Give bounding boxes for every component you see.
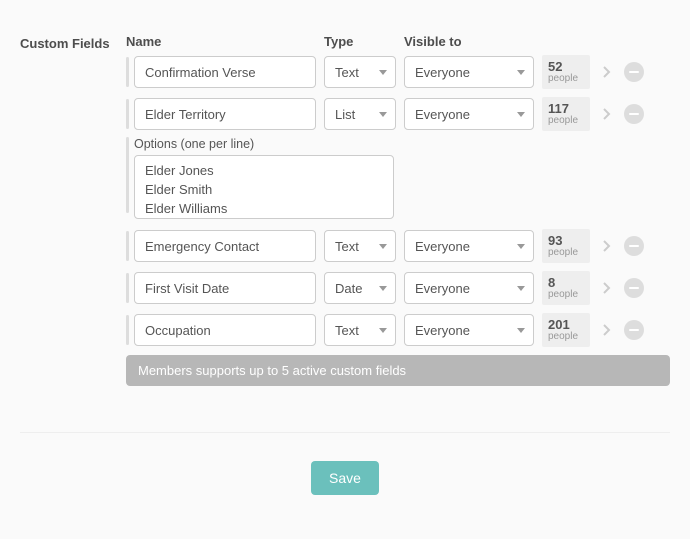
field-row: Text Everyone 52 people (126, 55, 670, 89)
header-visible: Visible to (404, 34, 534, 49)
open-field-button[interactable] (598, 98, 616, 130)
chevron-right-icon (603, 282, 611, 294)
options-textarea[interactable]: Elder Jones Elder Smith Elder Williams (134, 155, 394, 219)
people-label: people (548, 332, 584, 342)
people-count: 201 (548, 318, 584, 331)
field-name-input[interactable] (134, 272, 316, 304)
field-row: Date Everyone 8 people (126, 271, 670, 305)
field-type-value: Text (335, 65, 359, 80)
chevron-down-icon (379, 244, 387, 249)
field-name-input[interactable] (134, 230, 316, 262)
field-type-select[interactable]: Text (324, 314, 396, 346)
minus-icon (629, 71, 639, 73)
header-name: Name (126, 34, 316, 49)
field-visible-select[interactable]: Everyone (404, 314, 534, 346)
open-field-button[interactable] (598, 230, 616, 262)
remove-field-button[interactable] (624, 320, 644, 340)
chevron-down-icon (517, 286, 525, 291)
minus-icon (629, 245, 639, 247)
remove-field-button[interactable] (624, 62, 644, 82)
chevron-down-icon (517, 328, 525, 333)
field-visible-value: Everyone (415, 239, 470, 254)
chevron-right-icon (603, 240, 611, 252)
minus-icon (629, 113, 639, 115)
people-count-box: 117 people (542, 97, 590, 131)
minus-icon (629, 329, 639, 331)
people-count: 93 (548, 234, 584, 247)
people-count-box: 201 people (542, 313, 590, 347)
field-visible-select[interactable]: Everyone (404, 98, 534, 130)
chevron-down-icon (517, 244, 525, 249)
field-row: Text Everyone 201 people (126, 313, 670, 347)
field-visible-value: Everyone (415, 65, 470, 80)
people-label: people (548, 74, 584, 84)
chevron-down-icon (517, 112, 525, 117)
field-visible-select[interactable]: Everyone (404, 230, 534, 262)
field-name-input[interactable] (134, 314, 316, 346)
people-label: people (548, 116, 584, 126)
chevron-down-icon (379, 70, 387, 75)
field-type-value: Date (335, 281, 362, 296)
column-headers: Name Type Visible to (126, 34, 670, 49)
chevron-right-icon (603, 324, 611, 336)
field-visible-select[interactable]: Everyone (404, 56, 534, 88)
field-visible-value: Everyone (415, 281, 470, 296)
options-label: Options (one per line) (134, 137, 670, 151)
header-type: Type (324, 34, 396, 49)
people-label: people (548, 248, 584, 258)
save-button[interactable]: Save (311, 461, 379, 495)
field-type-select[interactable]: Text (324, 230, 396, 262)
open-field-button[interactable] (598, 56, 616, 88)
people-count: 8 (548, 276, 584, 289)
remove-field-button[interactable] (624, 104, 644, 124)
field-visible-value: Everyone (415, 323, 470, 338)
chevron-down-icon (379, 112, 387, 117)
section-label: Custom Fields (20, 34, 116, 386)
open-field-button[interactable] (598, 272, 616, 304)
people-count: 117 (548, 102, 584, 115)
remove-field-button[interactable] (624, 236, 644, 256)
open-field-button[interactable] (598, 314, 616, 346)
field-type-value: Text (335, 239, 359, 254)
divider (20, 432, 670, 433)
field-visible-select[interactable]: Everyone (404, 272, 534, 304)
field-type-select[interactable]: Date (324, 272, 396, 304)
people-label: people (548, 290, 584, 300)
people-count: 52 (548, 60, 584, 73)
field-options-block: Options (one per line) Elder Jones Elder… (126, 137, 670, 219)
field-name-input[interactable] (134, 56, 316, 88)
chevron-down-icon (517, 70, 525, 75)
people-count-box: 8 people (542, 271, 590, 305)
chevron-down-icon (379, 286, 387, 291)
minus-icon (629, 287, 639, 289)
chevron-right-icon (603, 66, 611, 78)
field-row: List Everyone 117 people (126, 97, 670, 131)
chevron-down-icon (379, 328, 387, 333)
remove-field-button[interactable] (624, 278, 644, 298)
field-name-input[interactable] (134, 98, 316, 130)
field-type-value: List (335, 107, 355, 122)
field-type-select[interactable]: Text (324, 56, 396, 88)
field-visible-value: Everyone (415, 107, 470, 122)
field-type-select[interactable]: List (324, 98, 396, 130)
field-row: Text Everyone 93 people (126, 229, 670, 263)
people-count-box: 93 people (542, 229, 590, 263)
chevron-right-icon (603, 108, 611, 120)
people-count-box: 52 people (542, 55, 590, 89)
field-type-value: Text (335, 323, 359, 338)
limit-banner: Members supports up to 5 active custom f… (126, 355, 670, 386)
